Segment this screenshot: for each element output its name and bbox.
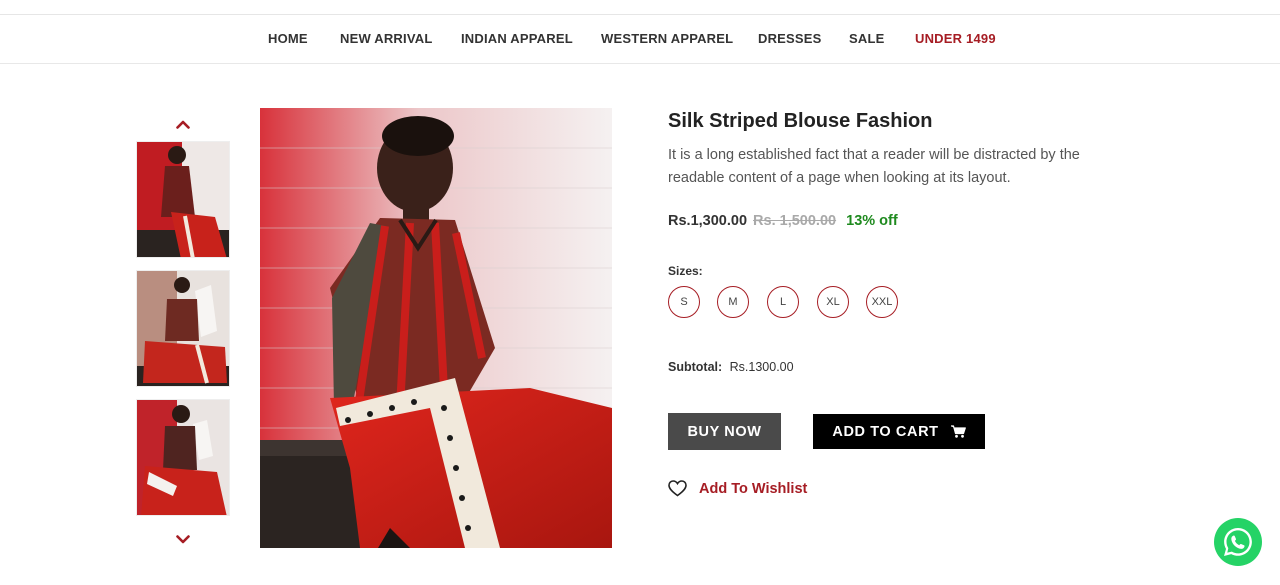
gallery-thumbnail-2[interactable] <box>136 270 230 387</box>
product-main-image <box>260 108 612 548</box>
thumbnail-photo-3 <box>137 400 229 515</box>
whatsapp-icon[interactable] <box>1214 518 1262 566</box>
nav-home[interactable]: HOME <box>268 31 308 46</box>
size-option-l[interactable]: L <box>767 286 799 318</box>
original-price: Rs. 1,500.00 <box>753 213 837 229</box>
nav-western-apparel[interactable]: WESTERN APPAREL <box>601 31 733 46</box>
size-option-xl[interactable]: XL <box>817 286 849 318</box>
size-option-s[interactable]: S <box>668 286 700 318</box>
discount-badge: 13% off <box>846 213 898 229</box>
cart-icon <box>950 425 966 438</box>
chevron-up-icon[interactable] <box>176 117 190 131</box>
heart-icon <box>668 480 687 497</box>
add-to-cart-label: ADD TO CART <box>832 423 939 440</box>
subtotal-value: Rs.1300.00 <box>729 360 794 374</box>
nav-dresses[interactable]: DRESSES <box>758 31 822 46</box>
gallery-thumbnail-1[interactable] <box>136 141 230 258</box>
add-to-cart-button[interactable]: ADD TO CART <box>813 414 985 449</box>
current-price: Rs.1,300.00 <box>668 213 748 229</box>
sizes-label: Sizes: <box>668 264 703 278</box>
nav-new-arrival[interactable]: NEW ARRIVAL <box>340 31 432 46</box>
add-to-wishlist[interactable]: Add To Wishlist <box>668 480 807 497</box>
thumbnail-photo-1 <box>137 142 229 257</box>
nav-sale[interactable]: SALE <box>849 31 884 46</box>
buy-now-button[interactable]: BUY NOW <box>668 413 781 450</box>
chevron-down-icon[interactable] <box>176 532 190 546</box>
product-title: Silk Striped Blouse Fashion <box>668 110 933 132</box>
nav-under-1499[interactable]: UNDER 1499 <box>915 31 996 46</box>
nav-indian-apparel[interactable]: INDIAN APPAREL <box>461 31 573 46</box>
subtotal: Subtotal: Rs.1300.00 <box>668 360 794 374</box>
price-row: Rs.1,300.00 Rs. 1,500.00 13% off <box>668 213 898 229</box>
product-description: It is a long established fact that a rea… <box>668 147 1080 186</box>
size-option-xxl[interactable]: XXL <box>866 286 898 318</box>
subtotal-label: Subtotal: <box>668 360 723 374</box>
main-navigation: HOME NEW ARRIVAL INDIAN APPAREL WESTERN … <box>0 15 1280 64</box>
gallery-thumbnail-3[interactable] <box>136 399 230 516</box>
size-option-m[interactable]: M <box>717 286 749 318</box>
thumbnail-photo-2 <box>137 271 229 386</box>
wishlist-label: Add To Wishlist <box>699 480 808 497</box>
